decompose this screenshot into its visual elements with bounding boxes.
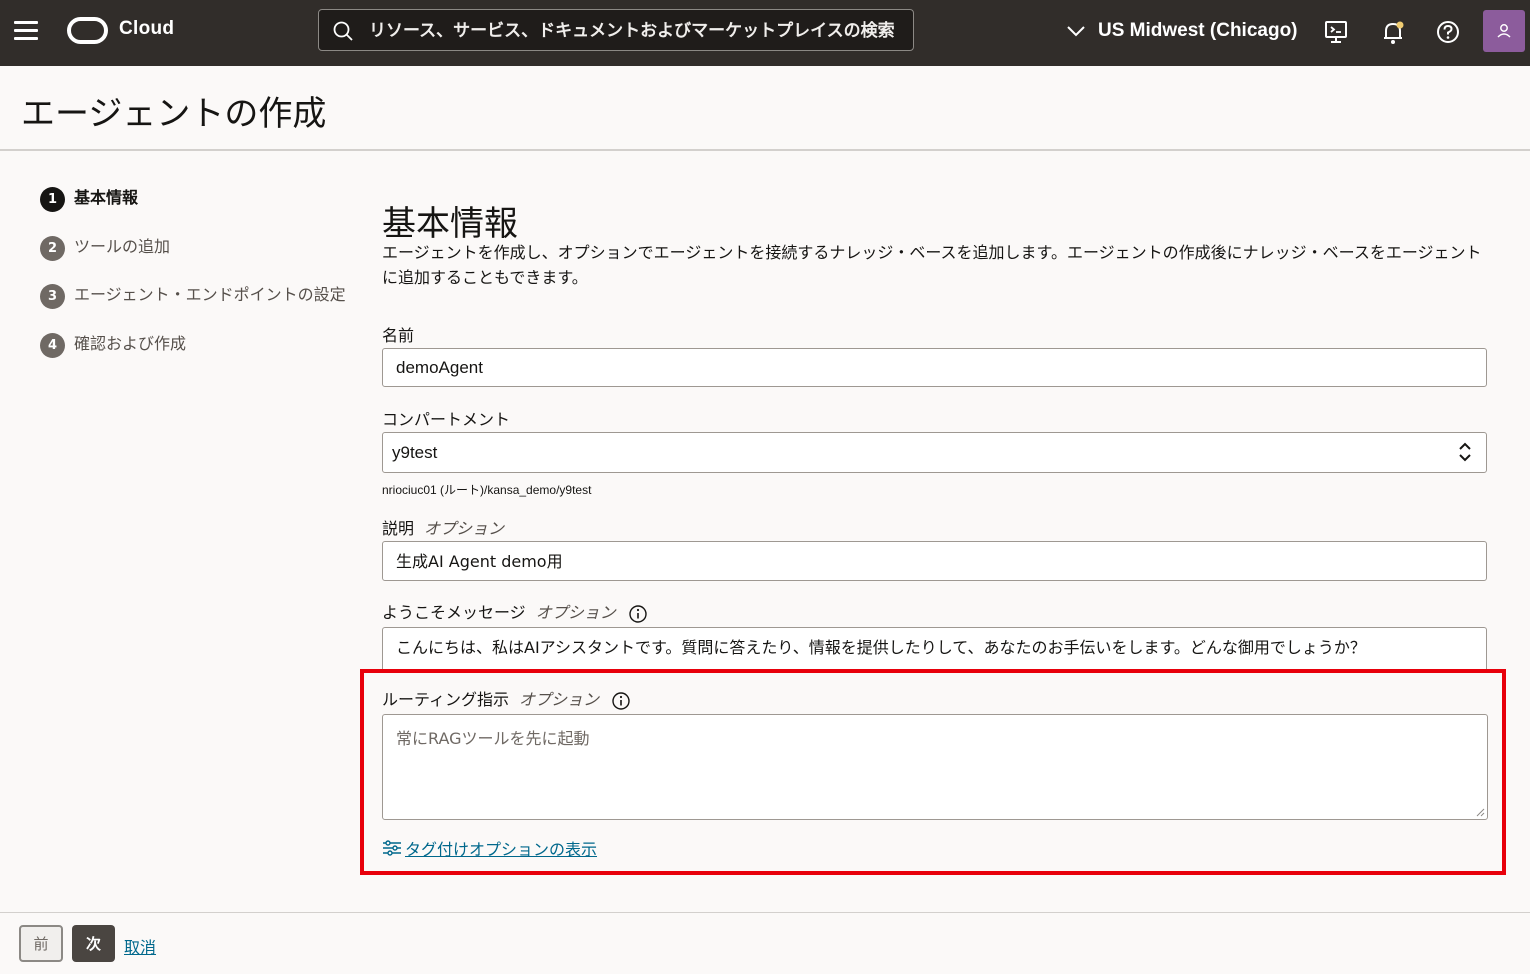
step-number: 1 — [40, 187, 65, 212]
menu-icon[interactable] — [14, 21, 38, 41]
step-label: 基本情報 — [74, 188, 139, 207]
name-label-text: 名前 — [382, 326, 415, 345]
compartment-select[interactable]: y9test — [382, 432, 1487, 473]
search-box[interactable] — [318, 9, 914, 52]
step-add-tools[interactable]: 2 ツールの追加 — [40, 235, 346, 284]
step-endpoint-settings[interactable]: 3 エージェント・エンドポイントの設定 — [40, 283, 346, 332]
highlight-box — [360, 669, 1506, 875]
description-value: 生成AI Agent demo用 — [396, 552, 563, 571]
welcome-message-label: ようこそメッセージ オプション — [382, 599, 647, 623]
step-label: ツールの追加 — [74, 236, 171, 256]
help-icon[interactable] — [1434, 18, 1462, 46]
optional-tag: オプション — [424, 519, 505, 538]
name-input[interactable]: demoAgent — [382, 348, 1487, 387]
description-label-text: 説明 — [382, 519, 415, 538]
next-button[interactable]: 次 — [72, 925, 115, 962]
page-title: エージェントの作成 — [21, 94, 327, 134]
welcome-label-text: ようこそメッセージ — [382, 603, 526, 622]
wizard-steps: 1 基本情報 2 ツールの追加 3 エージェント・エンドポイントの設定 4 確認… — [40, 186, 346, 380]
top-navigation-bar: Cloud US Midwest (Chicago) — [0, 0, 1530, 66]
welcome-message-value: こんにちは、私はAIアシスタントです。質問に答えたり、情報を提供したりして、あな… — [396, 638, 1366, 657]
notifications-bell-icon[interactable] — [1379, 18, 1407, 46]
section-title: 基本情報 — [382, 204, 518, 244]
cloud-shell-icon[interactable] — [1322, 18, 1350, 46]
compartment-path: nriociuc01 (ルート)/kansa_demo/y9test — [382, 483, 592, 497]
name-label: 名前 — [382, 322, 414, 346]
step-label: 確認および作成 — [74, 333, 187, 353]
description-input[interactable]: 生成AI Agent demo用 — [382, 541, 1487, 581]
compartment-label-text: コンパートメント — [382, 410, 511, 429]
user-icon — [1497, 24, 1511, 38]
wizard-footer: 前 次 取消 — [0, 912, 1530, 974]
step-number: 3 — [40, 284, 65, 309]
select-arrows-icon — [1459, 442, 1471, 462]
step-review-create[interactable]: 4 確認および作成 — [40, 332, 346, 381]
search-input[interactable] — [367, 10, 911, 52]
step-label: エージェント・エンドポイントの設定 — [74, 285, 346, 304]
step-basic-info[interactable]: 1 基本情報 — [40, 186, 346, 235]
step-number: 2 — [40, 235, 65, 261]
oracle-logo-icon[interactable] — [67, 17, 108, 44]
search-icon — [333, 21, 353, 41]
previous-button[interactable]: 前 — [19, 925, 63, 962]
brand-name[interactable]: Cloud — [119, 18, 174, 40]
welcome-message-input[interactable]: こんにちは、私はAIアシスタントです。質問に答えたり、情報を提供したりして、あな… — [382, 627, 1487, 669]
cancel-link[interactable]: 取消 — [124, 934, 156, 958]
user-avatar[interactable] — [1483, 10, 1525, 52]
region-label: US Midwest (Chicago) — [1098, 20, 1298, 41]
compartment-label: コンパートメント — [382, 406, 510, 430]
page-header: エージェントの作成 — [0, 66, 1530, 151]
region-selector[interactable]: US Midwest (Chicago) — [1066, 14, 1298, 48]
section-description: エージェントを作成し、オプションでエージェントを接続するナレッジ・ベースを追加し… — [382, 243, 1482, 287]
step-number: 4 — [40, 332, 65, 358]
compartment-value: y9test — [392, 443, 438, 462]
optional-tag: オプション — [535, 603, 616, 622]
info-icon[interactable] — [629, 604, 647, 623]
chevron-down-icon — [1067, 26, 1085, 37]
name-value: demoAgent — [396, 358, 483, 377]
description-label: 説明 オプション — [382, 515, 504, 539]
